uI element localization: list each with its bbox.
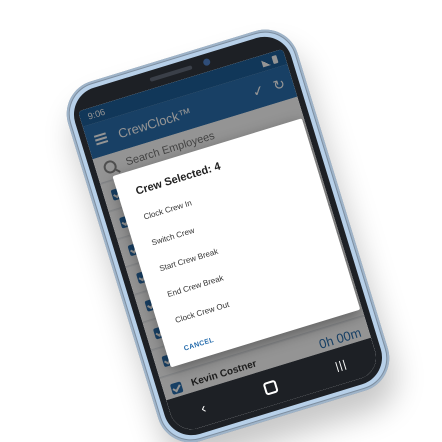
recents-icon[interactable]: ||| [334, 358, 349, 373]
front-camera [202, 57, 212, 67]
app-screen: 9:06 CrewClock™ ✓ ↻ Search Employees Kev… [78, 48, 382, 435]
phone-device: 9:06 CrewClock™ ✓ ↻ Search Employees Kev… [58, 21, 398, 442]
back-icon[interactable]: ‹ [199, 399, 208, 416]
phone-bezel: 9:06 CrewClock™ ✓ ↻ Search Employees Kev… [67, 29, 389, 442]
home-icon[interactable] [262, 379, 279, 396]
